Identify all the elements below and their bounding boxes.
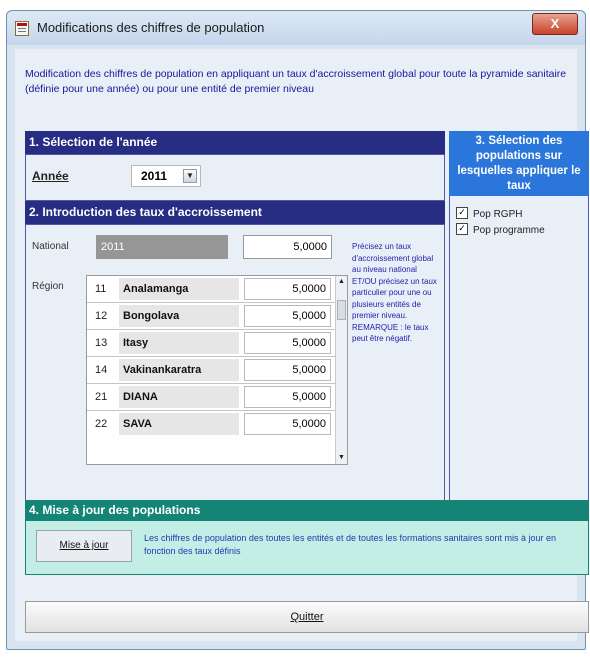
year-label: Année — [32, 169, 69, 183]
quit-button[interactable]: Quitter — [25, 601, 589, 633]
region-name: Itasy — [119, 332, 239, 354]
update-description: Les chiffres de population des toutes le… — [144, 533, 557, 556]
description-text: Modification des chiffres de population … — [25, 68, 567, 95]
left-panel: 1. Sélection de l'année Année 2011 ▼ 2. … — [25, 131, 445, 518]
region-code: 11 — [95, 283, 107, 295]
region-row: 13 Itasy 5,0000 — [87, 330, 335, 357]
region-row: 11 Analamanga 5,0000 — [87, 276, 335, 303]
region-rate-input[interactable]: 5,0000 — [244, 278, 331, 300]
region-name: SAVA — [119, 413, 239, 435]
region-row: 14 Vakinankaratra 5,0000 — [87, 357, 335, 384]
region-code: 14 — [95, 364, 108, 376]
section2-header: 2. Introduction des taux d'accroissement — [25, 201, 445, 224]
window-title: Modifications des chiffres de population — [37, 20, 265, 35]
region-name: DIANA — [119, 386, 239, 408]
region-rate-input[interactable]: 5,0000 — [244, 305, 331, 327]
region-rate-input[interactable]: 5,0000 — [244, 386, 331, 408]
region-name: Analamanga — [119, 278, 239, 300]
region-name: Vakinankaratra — [119, 359, 239, 381]
update-button[interactable]: Mise à jour — [36, 530, 132, 562]
year-value: 2011 — [141, 169, 168, 183]
checkbox-label: Pop RGPH — [473, 209, 523, 220]
close-button[interactable]: X — [532, 13, 578, 35]
checkbox-label: Pop programme — [473, 225, 545, 236]
checkbox-pop-rgph[interactable]: ✓ Pop RGPH — [456, 207, 523, 222]
region-code: 13 — [95, 337, 108, 349]
region-rate-input[interactable]: 5,0000 — [244, 413, 331, 435]
region-code: 12 — [95, 310, 108, 322]
title-bar[interactable]: Modifications des chiffres de population… — [7, 11, 585, 45]
region-code: 21 — [95, 391, 108, 403]
dialog-window: Modifications des chiffres de population… — [6, 10, 589, 650]
scrollbar-thumb[interactable] — [337, 300, 346, 320]
section1-header: 1. Sélection de l'année — [25, 131, 445, 154]
update-section-body: Mise à jour Les chiffres de population d… — [25, 520, 589, 575]
region-list[interactable]: 11 Analamanga 5,0000 12 Bongolava 5,0000… — [86, 275, 348, 465]
population-selection-panel: 3. Sélection des populations sur lesquel… — [449, 131, 589, 518]
region-rate-input[interactable]: 5,0000 — [244, 332, 331, 354]
year-combobox[interactable]: 2011 ▼ — [131, 165, 201, 187]
region-list-scrollbar[interactable]: ▲ ▼ — [335, 276, 347, 464]
checkbox-checked-icon[interactable]: ✓ — [456, 207, 468, 220]
year-selection-section: Année 2011 ▼ — [25, 154, 445, 201]
region-row: 22 SAVA 5,0000 — [87, 411, 335, 438]
update-section: 4. Mise à jour des populations Mise à jo… — [25, 500, 589, 595]
national-label: National — [32, 241, 69, 252]
form-icon — [15, 21, 29, 36]
region-rate-input[interactable]: 5,0000 — [244, 359, 331, 381]
checkbox-pop-programme[interactable]: ✓ Pop programme — [456, 223, 545, 238]
region-row: 21 DIANA 5,0000 — [87, 384, 335, 411]
national-code-field: 2011 — [96, 235, 228, 259]
close-icon: X — [550, 16, 560, 31]
section3-header: 3. Sélection des populations sur lesquel… — [449, 131, 589, 196]
scroll-up-icon[interactable]: ▲ — [336, 276, 347, 288]
dialog-content: Modification des chiffres de population … — [15, 49, 589, 641]
population-options: ✓ Pop RGPH ✓ Pop programme — [449, 196, 589, 518]
section4-header: 4. Mise à jour des populations — [25, 500, 589, 520]
region-label: Région — [32, 281, 64, 292]
help-text: Précisez un taux d'accroissement global … — [352, 242, 437, 343]
growth-rate-section: National 2011 5,0000 Région 11 Analamang… — [25, 224, 445, 518]
national-rate-input[interactable]: 5,0000 — [243, 235, 332, 259]
region-name: Bongolava — [119, 305, 239, 327]
checkbox-checked-icon[interactable]: ✓ — [456, 223, 468, 236]
region-row: 12 Bongolava 5,0000 — [87, 303, 335, 330]
chevron-down-icon[interactable]: ▼ — [183, 169, 197, 183]
scroll-down-icon[interactable]: ▼ — [336, 452, 347, 464]
region-code: 22 — [95, 418, 108, 430]
